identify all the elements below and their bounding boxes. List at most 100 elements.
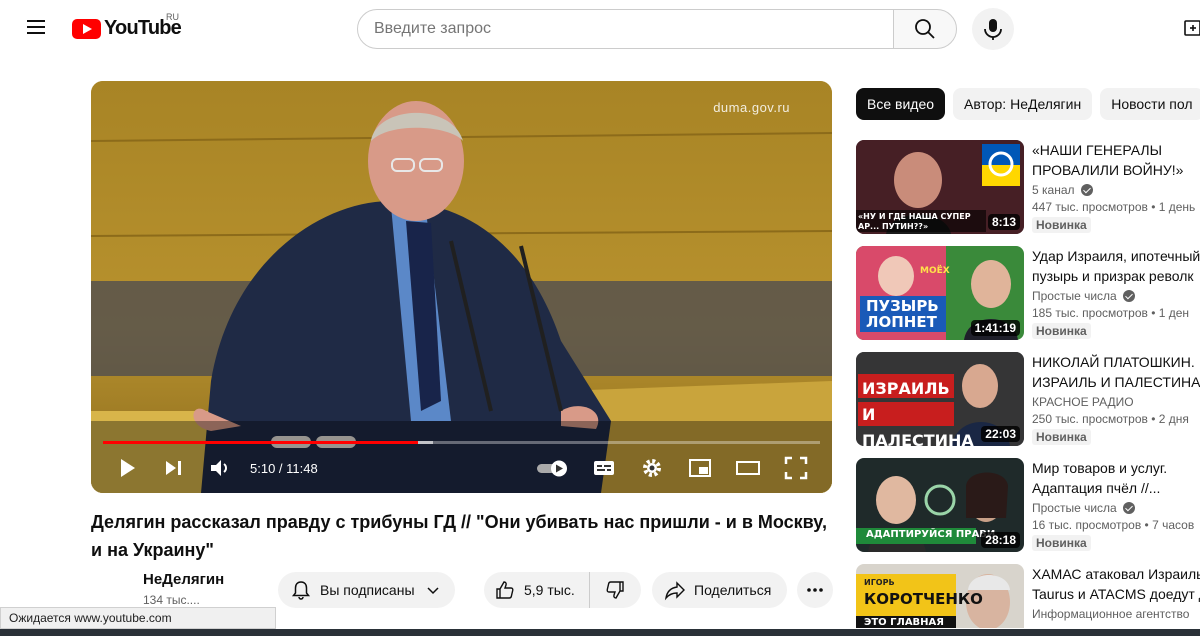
video-thumbnail[interactable]: МОЁХ ПУЗЫРЬ ЛОПНЕТ 1:41:19	[856, 246, 1024, 340]
recommendation-item[interactable]: ИЗРАИЛЬ И ПАЛЕСТИНА 22:03 НИКОЛАЙ ПЛАТОШ…	[856, 352, 1200, 448]
verified-icon	[1080, 184, 1093, 196]
video-duration: 28:18	[981, 532, 1020, 548]
new-badge: Новинка	[1032, 535, 1091, 551]
masthead: YouTube RU	[0, 0, 1200, 56]
chevron-down-icon	[426, 587, 439, 595]
thumbnail-caption-bottom: ЭТО ГЛАВНАЯ	[864, 617, 944, 628]
create-icon	[1184, 20, 1200, 36]
recommendation-info: ХАМАС атаковал Израиль Taurus и ATACMS д…	[1032, 564, 1200, 621]
volume-icon	[211, 460, 227, 476]
recommendation-info: «НАШИ ГЕНЕРАЛЫ ПРОВАЛИЛИ ВОЙНУ!» 5 канал…	[1032, 140, 1200, 234]
recommendation-title-line2: пузырь и призрак револк	[1032, 268, 1194, 284]
view-count: 250 тыс. просмотров	[1032, 412, 1148, 426]
youtube-logo[interactable]: YouTube	[72, 17, 182, 40]
recommendation-item[interactable]: «НУ И ГДЕ НАША СУПЕР АР... ПУТИН??» 8:13…	[856, 140, 1200, 236]
share-label: Поделиться	[694, 582, 772, 598]
chip-all-videos[interactable]: Все видео	[856, 88, 946, 120]
channel-name[interactable]: НеДелягин	[143, 571, 224, 588]
play-button[interactable]	[115, 455, 141, 481]
video-duration: 1:41:19	[970, 320, 1020, 336]
thumbnail-caption-top: МОЁХ	[920, 266, 950, 276]
play-icon	[121, 459, 135, 477]
video-thumbnail[interactable]: АДАПТИРУЙСЯ ПРАВИ 28:18	[856, 458, 1024, 552]
search-button[interactable]	[893, 9, 957, 49]
video-player[interactable]: duma.gov.ru 5:10 / 11:48	[91, 81, 832, 493]
new-badge: Новинка	[1032, 323, 1091, 339]
voice-search-button[interactable]	[972, 8, 1014, 50]
thumbnail-caption: ПУЗЫРЬ ЛОПНЕТ	[866, 297, 939, 331]
recommendation-channel[interactable]: 5 канал	[1032, 183, 1075, 197]
view-count: 185 тыс. просмотров	[1032, 306, 1148, 320]
miniplayer-icon	[689, 459, 711, 477]
verified-icon	[1122, 502, 1135, 514]
thumbnail-caption: КОРОТЧЕНКО	[864, 590, 983, 608]
settings-button[interactable]	[639, 455, 665, 481]
recommendation-item[interactable]: ИГОРЬ КОРОТЧЕНКО ЭТО ГЛАВНАЯ ХАМАС атако…	[856, 564, 1200, 628]
thumbnail-caption: ИЗРАИЛЬ И ПАЛЕСТИНА	[862, 379, 974, 446]
recommendation-info: Мир товаров и услуг. Адаптация пчёл //..…	[1032, 458, 1200, 552]
fullscreen-button[interactable]	[783, 455, 809, 481]
recommendation-info: НИКОЛАЙ ПЛАТОШКИН. ИЗРАИЛЬ И ПАЛЕСТИНА. …	[1032, 352, 1200, 446]
chip-news[interactable]: Новости пол	[1100, 88, 1200, 120]
browser-status-bar: Ожидается www.youtube.com	[0, 607, 276, 629]
theater-icon	[736, 461, 760, 475]
verified-icon	[1122, 290, 1135, 302]
video-thumbnail[interactable]: ИЗРАИЛЬ И ПАЛЕСТИНА 22:03	[856, 352, 1024, 446]
recommendation-title-line2: Taurus и ATACMS доедут д	[1032, 586, 1200, 602]
volume-button[interactable]	[207, 455, 233, 481]
recommendation-info: Удар Израиля, ипотечный пузырь и призрак…	[1032, 246, 1200, 340]
recommendation-item[interactable]: МОЁХ ПУЗЫРЬ ЛОПНЕТ 1:41:19 Удар Израиля,…	[856, 246, 1200, 342]
subscriber-count: 134 тыс....	[143, 593, 200, 607]
like-dislike-group: 5,9 тыс.	[484, 572, 641, 608]
recommendation-channel[interactable]: Простые числа	[1032, 501, 1117, 515]
recommendation-title-line2: Адаптация пчёл //...	[1032, 480, 1161, 496]
video-duration: 8:13	[987, 214, 1020, 230]
like-count: 5,9 тыс.	[524, 582, 575, 598]
time-display: 5:10 / 11:48	[250, 461, 318, 476]
fullscreen-icon	[784, 456, 808, 480]
autoplay-toggle[interactable]	[535, 455, 571, 481]
progress-bar[interactable]	[103, 441, 820, 444]
like-button[interactable]: 5,9 тыс.	[484, 572, 590, 608]
thumbs-up-icon	[496, 581, 514, 599]
share-icon	[664, 581, 685, 601]
channel-avatar[interactable]	[91, 570, 131, 610]
recommendation-channel[interactable]: Информационное агентство	[1032, 607, 1189, 621]
country-code: RU	[166, 12, 179, 22]
video-title: Делягин рассказал правду с трибуны ГД //…	[91, 512, 827, 560]
os-taskbar	[0, 629, 1200, 636]
search-icon	[915, 19, 935, 39]
thumbs-down-icon	[606, 581, 624, 599]
view-count: 447 тыс. просмотров	[1032, 200, 1148, 214]
new-badge: Новинка	[1032, 217, 1091, 233]
microphone-icon	[984, 19, 1002, 40]
dislike-button[interactable]	[590, 572, 640, 608]
recommendation-title-line1: ХАМАС атаковал Израиль	[1032, 566, 1200, 582]
subtitles-button[interactable]	[591, 455, 617, 481]
theater-mode-button[interactable]	[735, 455, 761, 481]
video-watermark: duma.gov.ru	[713, 100, 790, 115]
miniplayer-button[interactable]	[687, 455, 713, 481]
gear-icon	[643, 459, 661, 477]
status-text: Ожидается www.youtube.com	[9, 611, 172, 625]
chip-author[interactable]: Автор: НеДелягин	[953, 88, 1093, 120]
recommendation-title-line1: Удар Израиля, ипотечный	[1032, 248, 1200, 264]
video-duration: 22:03	[981, 426, 1020, 442]
share-button[interactable]: Поделиться	[652, 572, 787, 608]
next-button[interactable]	[161, 455, 187, 481]
search-input[interactable]	[357, 9, 894, 49]
recommendation-channel[interactable]: КРАСНОЕ РАДИО	[1032, 395, 1134, 409]
youtube-play-icon	[72, 18, 101, 39]
new-badge: Новинка	[1032, 429, 1091, 445]
video-thumbnail[interactable]: ИГОРЬ КОРОТЧЕНКО ЭТО ГЛАВНАЯ	[856, 564, 1024, 628]
recommendation-item[interactable]: АДАПТИРУЙСЯ ПРАВИ 28:18 Мир товаров и ус…	[856, 458, 1200, 554]
video-thumbnail[interactable]: «НУ И ГДЕ НАША СУПЕР АР... ПУТИН??» 8:13	[856, 140, 1024, 234]
more-horizontal-icon	[807, 588, 823, 592]
progress-fill	[103, 441, 419, 444]
create-video-button[interactable]	[1184, 19, 1200, 37]
recommendation-channel[interactable]: Простые числа	[1032, 289, 1117, 303]
bell-icon	[291, 581, 311, 600]
more-actions-button[interactable]	[797, 572, 833, 608]
menu-icon[interactable]	[22, 16, 50, 40]
subscribed-button[interactable]: Вы подписаны	[278, 572, 455, 608]
